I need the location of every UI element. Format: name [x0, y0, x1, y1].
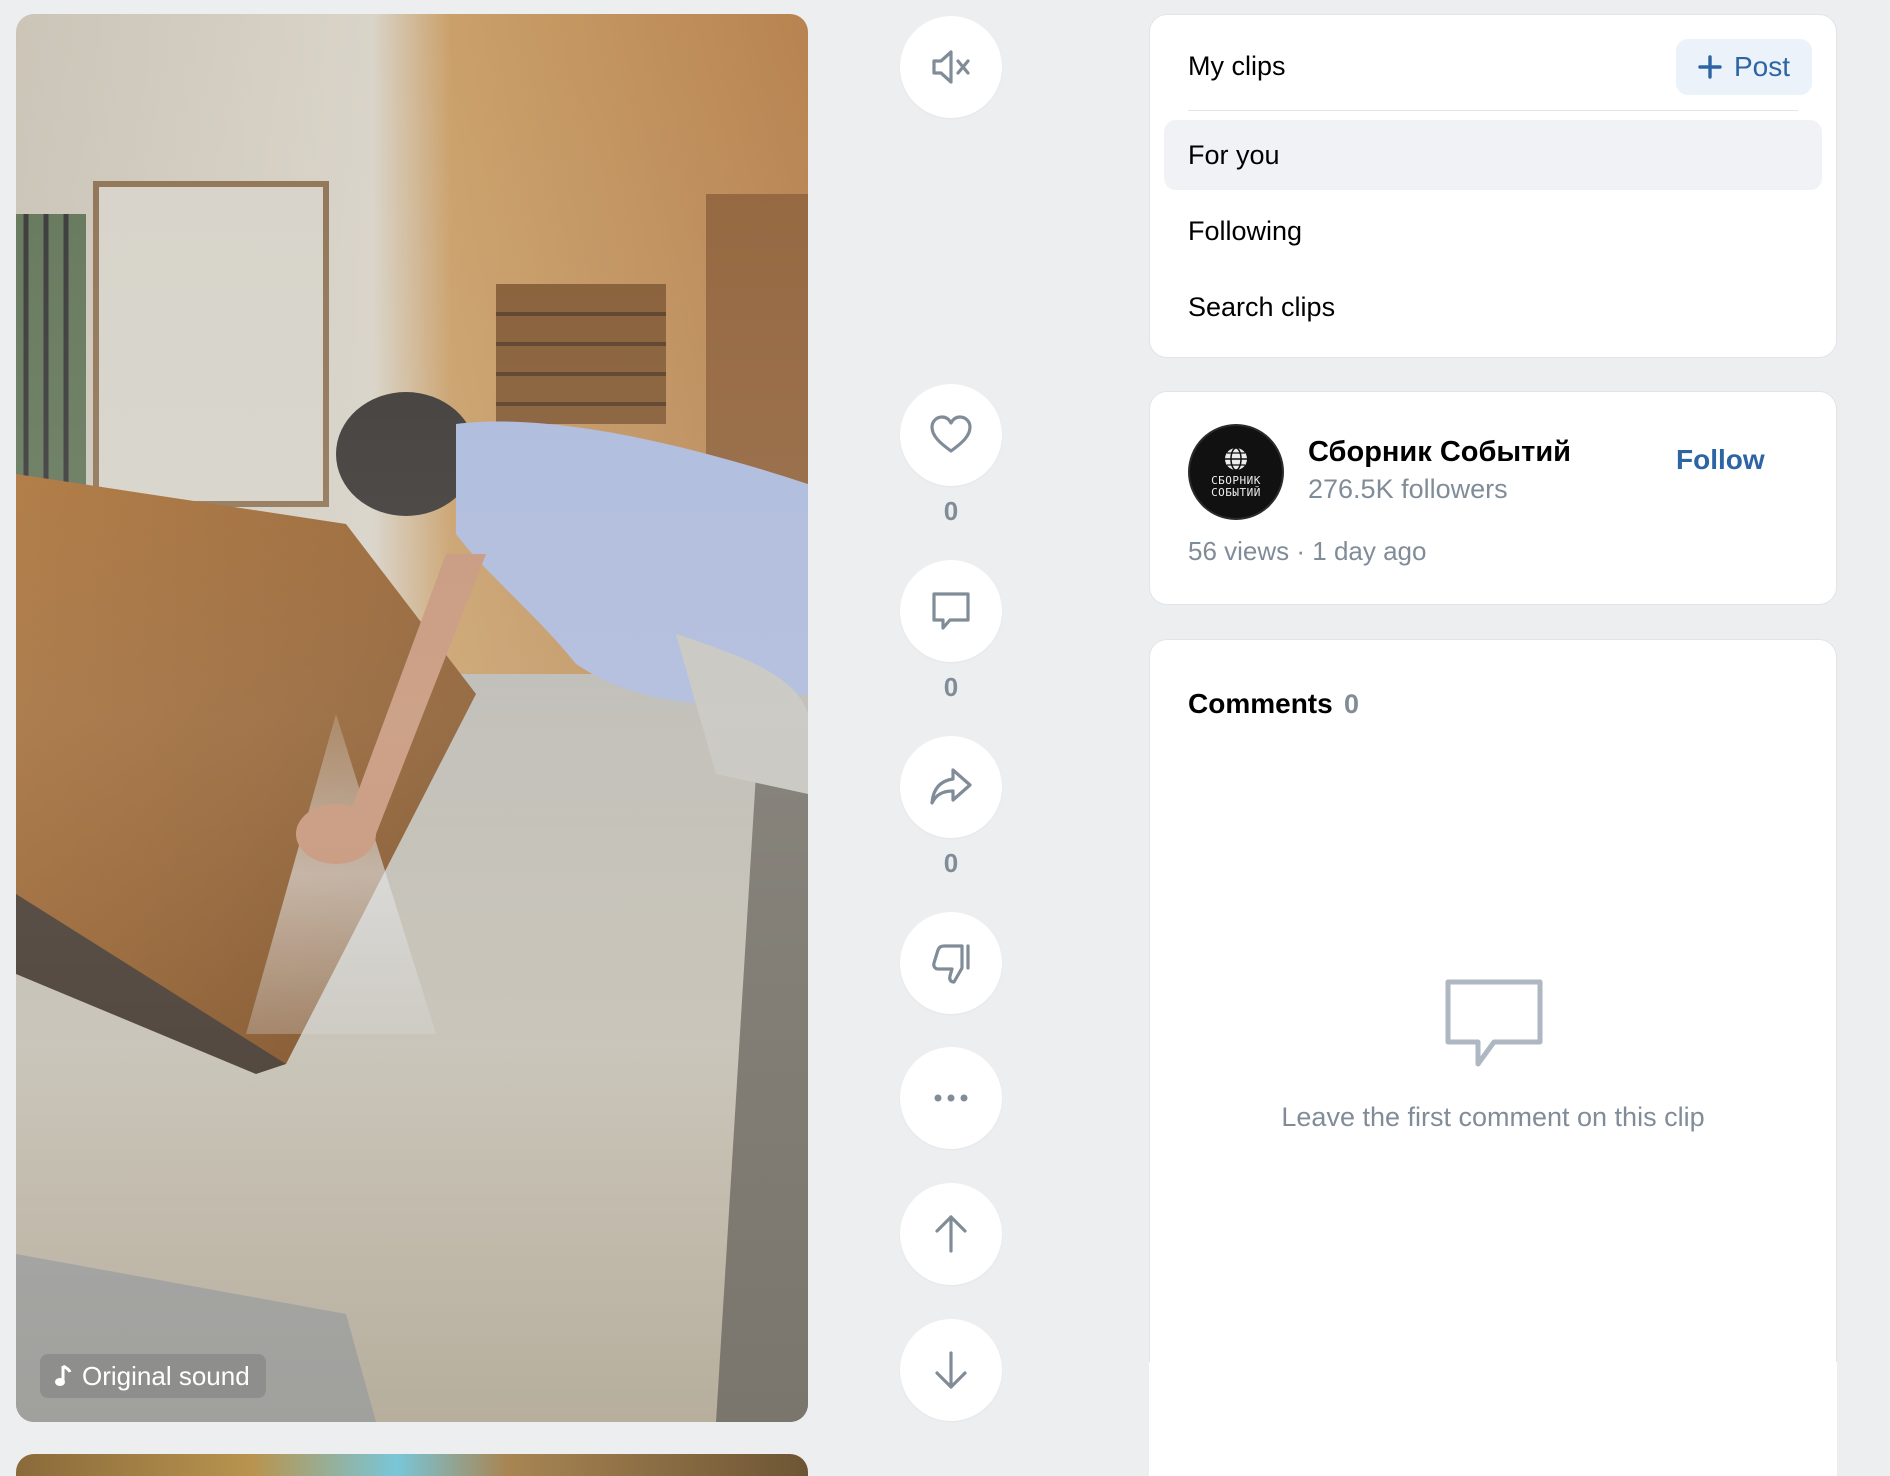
- like-button[interactable]: [900, 384, 1002, 486]
- nav-item-for-you[interactable]: For you: [1164, 120, 1822, 190]
- nav-item-label: Following: [1188, 215, 1303, 246]
- post-button[interactable]: Post: [1675, 39, 1812, 95]
- clips-navigation-card: My clips Post For you Following Search c…: [1149, 14, 1837, 358]
- next-clip-button[interactable]: [900, 1319, 1002, 1421]
- plus-icon: [1698, 55, 1722, 79]
- author-name[interactable]: Сборник Событий: [1308, 436, 1571, 469]
- globe-icon: [1225, 446, 1247, 471]
- like-count: 0: [943, 496, 959, 526]
- clip-video-player[interactable]: Original sound: [16, 14, 808, 1422]
- music-note-icon: [55, 1364, 72, 1386]
- author-avatar[interactable]: СБОРНИК СОБЫТИЙ: [1188, 424, 1284, 520]
- post-label: Post: [1733, 51, 1790, 82]
- video-frame: [16, 14, 808, 1422]
- comments-card: Comments 0 Leave the first comment on th…: [1149, 639, 1837, 1476]
- more-options-button[interactable]: [900, 1047, 1002, 1149]
- comments-count: 0: [1344, 689, 1360, 719]
- dislike-button[interactable]: [900, 912, 1002, 1014]
- views-and-date: 56 views · 1 day ago: [1188, 536, 1427, 566]
- author-followers: 276.5K followers: [1308, 474, 1508, 504]
- comment-count: 0: [943, 672, 959, 702]
- author-card: СБОРНИК СОБЫТИЙ Сборник Событий 276.5K f…: [1149, 391, 1837, 605]
- empty-comments-text: Leave the first comment on this clip: [1281, 1102, 1705, 1132]
- next-clip-preview[interactable]: [16, 1454, 808, 1476]
- previous-clip-button[interactable]: [900, 1183, 1002, 1285]
- more-dots-icon: [934, 1094, 968, 1102]
- nav-item-label: For you: [1188, 139, 1280, 170]
- share-button[interactable]: [900, 736, 1002, 838]
- comment-icon: [932, 592, 970, 630]
- mute-icon: [932, 50, 970, 84]
- avatar-logo-text: СБОРНИК СОБЫТИЙ: [1211, 473, 1261, 499]
- my-clips-link[interactable]: My clips: [1188, 51, 1286, 82]
- original-sound-label: Original sound: [82, 1360, 250, 1391]
- empty-comments-icon: [1442, 976, 1546, 1072]
- follow-button[interactable]: Follow: [1676, 444, 1765, 476]
- comment-button[interactable]: [900, 560, 1002, 662]
- arrow-down-icon: [935, 1351, 967, 1389]
- comments-card-bottom: [1149, 1362, 1837, 1476]
- share-arrow-icon: [930, 768, 972, 805]
- heart-icon: [930, 415, 972, 453]
- comment-bubble-icon: [1445, 979, 1543, 1067]
- arrow-up-icon: [935, 1215, 967, 1253]
- nav-item-search-clips[interactable]: Search clips: [1164, 272, 1822, 342]
- nav-item-label: Search clips: [1188, 291, 1336, 322]
- mute-button[interactable]: [900, 16, 1002, 118]
- nav-item-following[interactable]: Following: [1164, 196, 1822, 266]
- original-sound-chip[interactable]: Original sound: [40, 1354, 266, 1398]
- comments-title: Comments: [1188, 688, 1333, 719]
- nav-header: My clips Post: [1188, 15, 1812, 111]
- share-count: 0: [943, 848, 959, 878]
- thumbs-down-icon: [932, 944, 970, 984]
